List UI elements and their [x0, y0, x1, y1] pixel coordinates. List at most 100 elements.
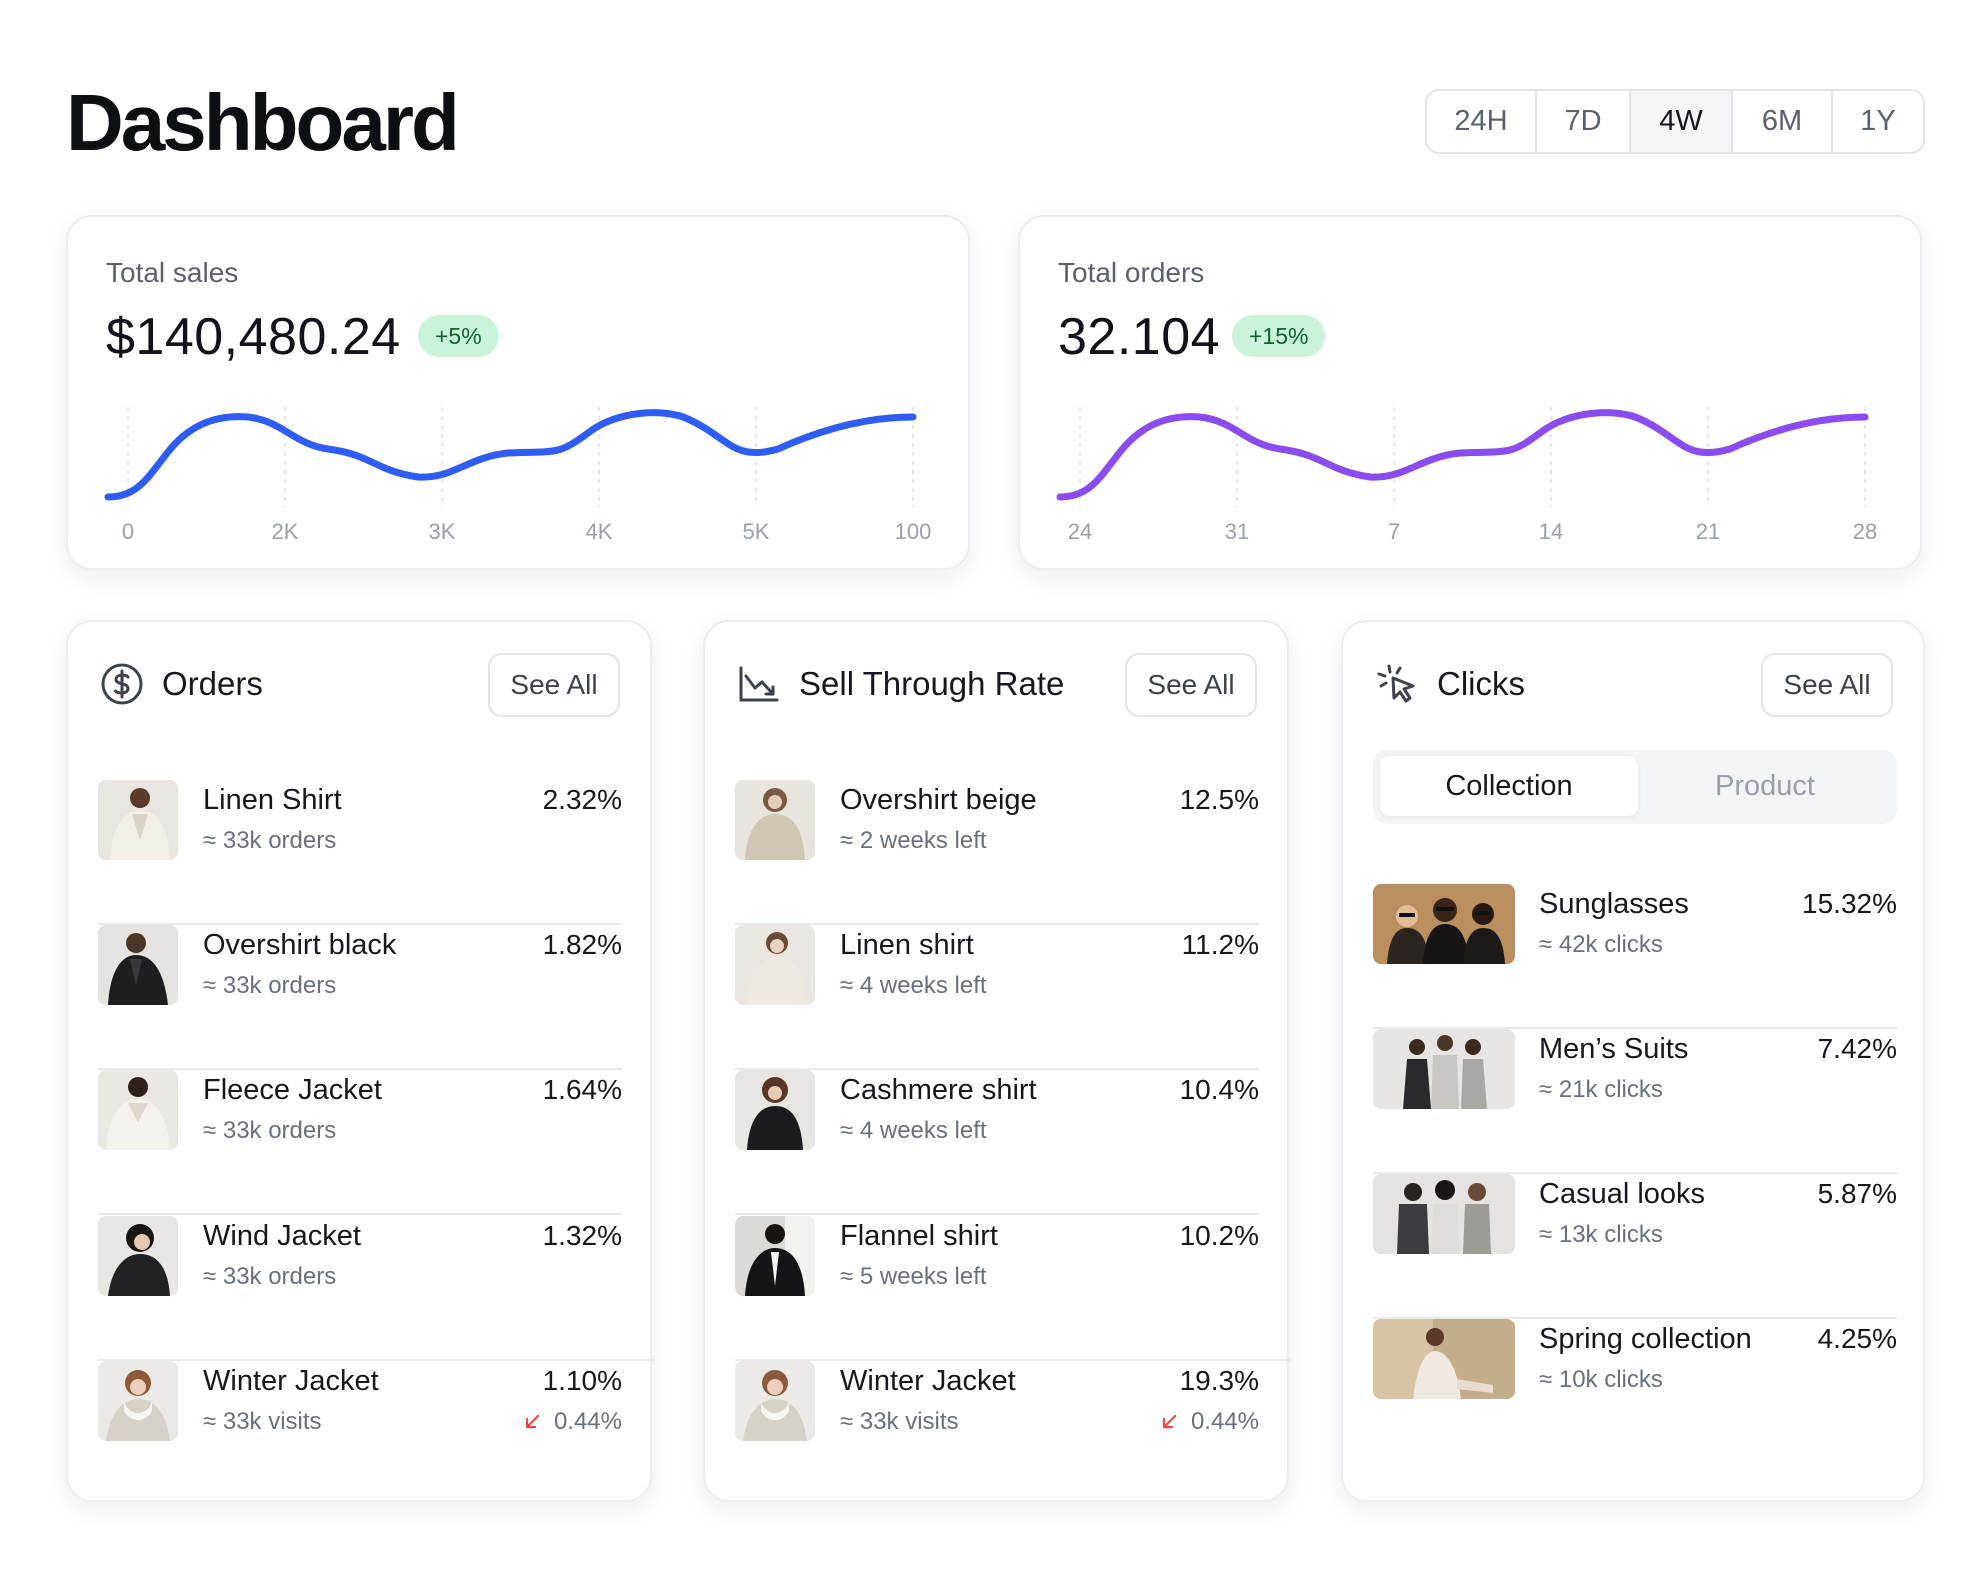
clicks-see-all-button[interactable]: See All	[1761, 653, 1893, 717]
item-value: 1.64%	[542, 1074, 622, 1105]
total-orders-value: 32.104	[1058, 308, 1221, 366]
list-item[interactable]: Spring collection ≈ 10k clicks 4.25%	[1373, 1319, 1897, 1464]
list-item[interactable]: Overshirt beige ≈ 2 weeks left 12.5%	[735, 780, 1259, 925]
item-subtext: ≈ 33k orders	[203, 972, 337, 999]
list-item[interactable]: Winter Jacket ≈ 33k visits 19.3% 0.44%	[735, 1361, 1259, 1506]
clicks-card: Clicks See All Collection Product Sungla…	[1341, 620, 1925, 1502]
item-value: 5.87%	[1817, 1178, 1897, 1209]
x-tick-label: 24	[1068, 519, 1092, 544]
list-item[interactable]: Sunglasses ≈ 42k clicks 15.32%	[1373, 884, 1897, 1029]
orders-card: Orders See All Linen Shirt ≈ 33k orders …	[66, 620, 654, 1502]
item-value: 4.25%	[1817, 1323, 1897, 1354]
total-sales-label: Total sales	[106, 257, 239, 288]
product-thumbnail	[98, 1070, 178, 1150]
list-item[interactable]: Linen shirt ≈ 4 weeks left 11.2%	[735, 925, 1259, 1070]
dollar-circle-icon	[101, 663, 143, 705]
x-tick-label: 4K	[586, 519, 613, 544]
total-orders-card: Total orders 32.104 +15% 24 31 7 14 21 2…	[1018, 215, 1922, 570]
list-item[interactable]: Wind Jacket ≈ 33k orders 1.32%	[98, 1216, 654, 1361]
total-sales-change-badge: +5%	[418, 315, 499, 357]
x-tick-label: 100	[895, 519, 932, 544]
product-thumbnail	[735, 1361, 815, 1441]
total-sales-sparkline: 0 2K 3K 4K 5K 100	[104, 407, 932, 544]
x-tick-label: 21	[1696, 519, 1720, 544]
sell-through-card: Sell Through Rate See All Overshirt beig…	[703, 620, 1291, 1502]
list-item[interactable]: Linen Shirt ≈ 33k orders 2.32%	[98, 780, 622, 925]
product-thumbnail	[735, 780, 815, 860]
item-change: 0.44%	[524, 1407, 622, 1437]
list-item[interactable]: Winter Jacket ≈ 33k visits 1.10% 0.44%	[98, 1361, 622, 1506]
item-subtext: ≈ 33k visits	[203, 1408, 322, 1435]
item-value: 1.32%	[542, 1220, 622, 1251]
item-name: Fleece Jacket	[203, 1074, 382, 1106]
clicks-view-toggle: Collection Product	[1373, 750, 1897, 824]
item-change: 0.44%	[1161, 1407, 1259, 1437]
total-sales-line	[104, 409, 917, 501]
item-subtext: ≈ 21k clicks	[1539, 1076, 1663, 1103]
sell-through-see-all-button[interactable]: See All	[1125, 653, 1257, 717]
time-range-selector: 24H 7D 4W 6M 1Y	[1425, 89, 1925, 154]
product-thumbnail	[98, 780, 178, 860]
cursor-click-icon	[1377, 664, 1415, 703]
orders-title: Orders	[162, 665, 263, 702]
item-name: Linen Shirt	[203, 784, 342, 816]
collection-thumbnail	[1373, 884, 1515, 964]
list-item[interactable]: Men’s Suits ≈ 21k clicks 7.42%	[1373, 1029, 1897, 1174]
product-thumbnail	[735, 1070, 815, 1150]
x-tick-label: 3K	[429, 519, 456, 544]
product-thumbnail	[98, 1361, 178, 1441]
item-value: 10.4%	[1179, 1074, 1259, 1105]
collection-thumbnail	[1373, 1319, 1515, 1399]
item-name: Overshirt black	[203, 929, 397, 961]
orders-see-all-button[interactable]: See All	[488, 653, 620, 717]
x-tick-label: 0	[122, 519, 134, 544]
product-thumbnail	[98, 925, 178, 1005]
collection-thumbnail	[1373, 1029, 1515, 1109]
tab-collection[interactable]: Collection	[1380, 756, 1638, 816]
item-subtext: ≈ 33k orders	[203, 827, 337, 854]
tab-product[interactable]: Product	[1638, 756, 1892, 816]
item-subtext: ≈ 42k clicks	[1539, 931, 1663, 958]
range-6m-button[interactable]: 6M	[1733, 91, 1833, 152]
total-orders-sparkline: 24 31 7 14 21 28	[1056, 407, 1877, 544]
item-name: Casual looks	[1539, 1178, 1706, 1210]
item-subtext: ≈ 2 weeks left	[840, 827, 987, 854]
trend-down-arrow-icon	[1162, 1414, 1177, 1429]
range-24h-button[interactable]: 24H	[1427, 91, 1537, 152]
item-name: Linen shirt	[840, 929, 974, 961]
collection-thumbnail	[1373, 1174, 1515, 1254]
list-item[interactable]: Overshirt black ≈ 33k orders 1.82%	[98, 925, 622, 1070]
item-name: Spring collection	[1539, 1323, 1752, 1355]
list-item[interactable]: Cashmere shirt ≈ 4 weeks left 10.4%	[735, 1070, 1259, 1215]
item-name: Winter Jacket	[203, 1365, 379, 1397]
item-name: Wind Jacket	[203, 1220, 361, 1252]
item-subtext: ≈ 4 weeks left	[840, 1117, 987, 1144]
range-7d-button[interactable]: 7D	[1537, 91, 1631, 152]
list-item[interactable]: Flannel shirt ≈ 5 weeks left 10.2%	[735, 1216, 1291, 1361]
item-change-value: 0.44%	[1190, 1408, 1259, 1435]
item-name: Overshirt beige	[840, 784, 1037, 816]
item-subtext: ≈ 33k visits	[840, 1408, 959, 1435]
item-value: 7.42%	[1817, 1033, 1897, 1064]
list-item[interactable]: Fleece Jacket ≈ 33k orders 1.64%	[98, 1070, 622, 1215]
item-name: Flannel shirt	[840, 1220, 998, 1252]
list-item[interactable]: Casual looks ≈ 13k clicks 5.87%	[1373, 1174, 1897, 1319]
item-name: Sunglasses	[1539, 888, 1689, 920]
x-tick-label: 5K	[743, 519, 770, 544]
clicks-title: Clicks	[1437, 665, 1525, 702]
item-value: 15.32%	[1802, 888, 1897, 919]
item-name: Winter Jacket	[840, 1365, 1016, 1397]
page-title: Dashboard	[66, 78, 460, 167]
item-name: Cashmere shirt	[840, 1074, 1037, 1106]
range-4w-button[interactable]: 4W	[1631, 91, 1733, 152]
trend-down-chart-icon	[739, 666, 779, 702]
trend-down-arrow-icon	[525, 1414, 540, 1429]
item-value: 10.2%	[1179, 1220, 1259, 1251]
range-1y-button[interactable]: 1Y	[1833, 91, 1923, 152]
x-tick-label: 28	[1853, 519, 1877, 544]
total-orders-line	[1056, 409, 1869, 501]
item-value: 12.5%	[1179, 784, 1259, 815]
x-tick-label: 2K	[272, 519, 299, 544]
item-subtext: ≈ 4 weeks left	[840, 972, 987, 999]
total-sales-card: Total sales $140,480.24 +5% 0 2K 3K 4K 5…	[66, 215, 970, 570]
